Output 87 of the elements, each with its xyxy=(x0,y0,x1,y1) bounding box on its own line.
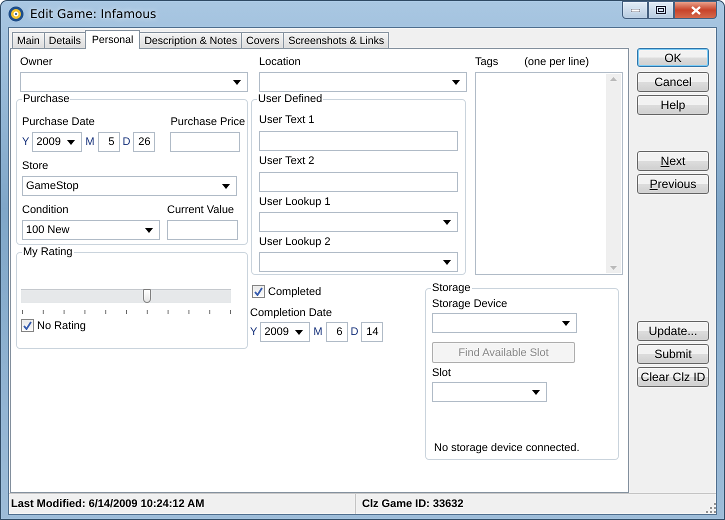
field-label: Store xyxy=(22,160,50,173)
checkmark-icon xyxy=(23,321,32,330)
status-text: Clz Game ID: 33632 xyxy=(361,498,464,510)
group-title: Storage xyxy=(431,282,472,295)
hint-text: (one per line) xyxy=(524,56,590,69)
scroll-down-icon[interactable] xyxy=(610,266,617,270)
year-dropdown[interactable]: 2009 xyxy=(32,132,82,152)
field-label: User Lookup 1 xyxy=(259,196,332,209)
condition-dropdown[interactable]: 100 New xyxy=(22,220,160,240)
field-label: User Text 1 xyxy=(259,114,316,127)
checkmark-icon xyxy=(254,287,263,296)
caret-icon xyxy=(452,80,460,84)
date-part-label: D xyxy=(350,326,358,338)
location-dropdown[interactable] xyxy=(259,72,467,92)
field-label: Owner xyxy=(20,56,54,69)
minimize-icon xyxy=(630,8,640,12)
lookup-dropdown[interactable] xyxy=(259,252,458,272)
slot-dropdown[interactable] xyxy=(432,382,547,402)
lookup-dropdown[interactable] xyxy=(259,212,458,232)
window-title: Edit Game: Infamous xyxy=(30,7,156,21)
date-part-label: M xyxy=(85,136,95,148)
date-part-label: Y xyxy=(22,136,30,148)
dialog-button[interactable]: Update... xyxy=(637,321,709,341)
tab[interactable]: Screenshots & Links xyxy=(283,32,390,48)
field-label: User Text 2 xyxy=(259,155,316,168)
date-part-label: D xyxy=(122,136,130,148)
maximize-button[interactable] xyxy=(648,1,674,19)
caret-icon xyxy=(222,184,230,188)
date-part-label: M xyxy=(313,326,323,338)
caret-icon xyxy=(233,80,241,84)
year-dropdown[interactable]: 2009 xyxy=(260,322,310,342)
field-label: Location xyxy=(259,56,302,69)
tab[interactable]: Main xyxy=(12,32,45,48)
caret-icon xyxy=(145,228,153,232)
checkbox[interactable]: Completed xyxy=(252,285,425,298)
field-label: Current Value xyxy=(167,204,236,217)
day-field[interactable]: 14 xyxy=(361,322,384,342)
month-field[interactable]: 6 xyxy=(326,322,348,342)
caret-icon xyxy=(67,140,76,144)
close-icon xyxy=(690,6,700,14)
field-label: User Lookup 2 xyxy=(259,236,332,249)
tab[interactable]: Details xyxy=(44,32,86,48)
maximize-icon xyxy=(656,6,666,14)
slider-thumb[interactable] xyxy=(143,289,151,303)
tab[interactable]: Personal xyxy=(84,30,140,49)
dialog-button[interactable]: Help xyxy=(637,95,709,115)
tab[interactable]: Covers xyxy=(241,32,284,48)
close-button[interactable] xyxy=(674,1,717,19)
field-label: Completion Date xyxy=(250,307,333,320)
dialog-button[interactable]: OK xyxy=(637,48,709,67)
scroll-up-icon[interactable] xyxy=(610,77,617,81)
scrollbar[interactable] xyxy=(606,74,621,273)
tab[interactable]: Description & Notes xyxy=(139,32,242,48)
tags-text-area[interactable] xyxy=(475,72,623,275)
field-label: Purchase Date xyxy=(22,116,96,129)
date-part-label: Y xyxy=(250,326,258,338)
price-field[interactable] xyxy=(170,132,240,152)
checkbox[interactable]: No Rating xyxy=(21,319,247,332)
field-label: Tags xyxy=(475,56,498,69)
caret-icon xyxy=(443,220,451,224)
dialog-button[interactable]: Previous xyxy=(637,174,709,194)
status-text: Last Modified: 6/14/2009 10:24:12 AM xyxy=(10,498,204,510)
month-field[interactable]: 5 xyxy=(98,132,120,152)
store-dropdown[interactable]: GameStop xyxy=(22,176,237,196)
field-label: Purchase Price xyxy=(170,116,246,129)
caret-icon xyxy=(532,390,540,394)
owner-dropdown[interactable] xyxy=(20,72,248,92)
minimize-button[interactable] xyxy=(622,1,648,19)
resize-grip-icon[interactable] xyxy=(706,503,716,513)
storage-device-dropdown[interactable] xyxy=(432,313,577,333)
text-field[interactable] xyxy=(259,172,458,192)
status-message: No storage device connected. xyxy=(433,442,581,455)
field-label: Condition xyxy=(22,204,70,217)
dialog-button[interactable]: Submit xyxy=(637,344,709,364)
day-field[interactable]: 26 xyxy=(133,132,156,152)
caret-icon xyxy=(562,320,570,326)
dialog-button[interactable]: Clear Clz ID xyxy=(637,367,709,387)
dialog-button[interactable]: Next xyxy=(637,151,709,171)
caret-icon xyxy=(295,330,304,334)
app-logo-icon xyxy=(8,6,24,22)
group-title: My Rating xyxy=(22,246,74,259)
value-field[interactable] xyxy=(167,220,238,240)
dialog-button[interactable]: Cancel xyxy=(637,72,709,92)
caret-icon xyxy=(443,260,451,264)
field-label: Slot xyxy=(432,367,452,380)
field-label: Storage Device xyxy=(432,298,508,311)
text-field[interactable] xyxy=(259,131,458,151)
